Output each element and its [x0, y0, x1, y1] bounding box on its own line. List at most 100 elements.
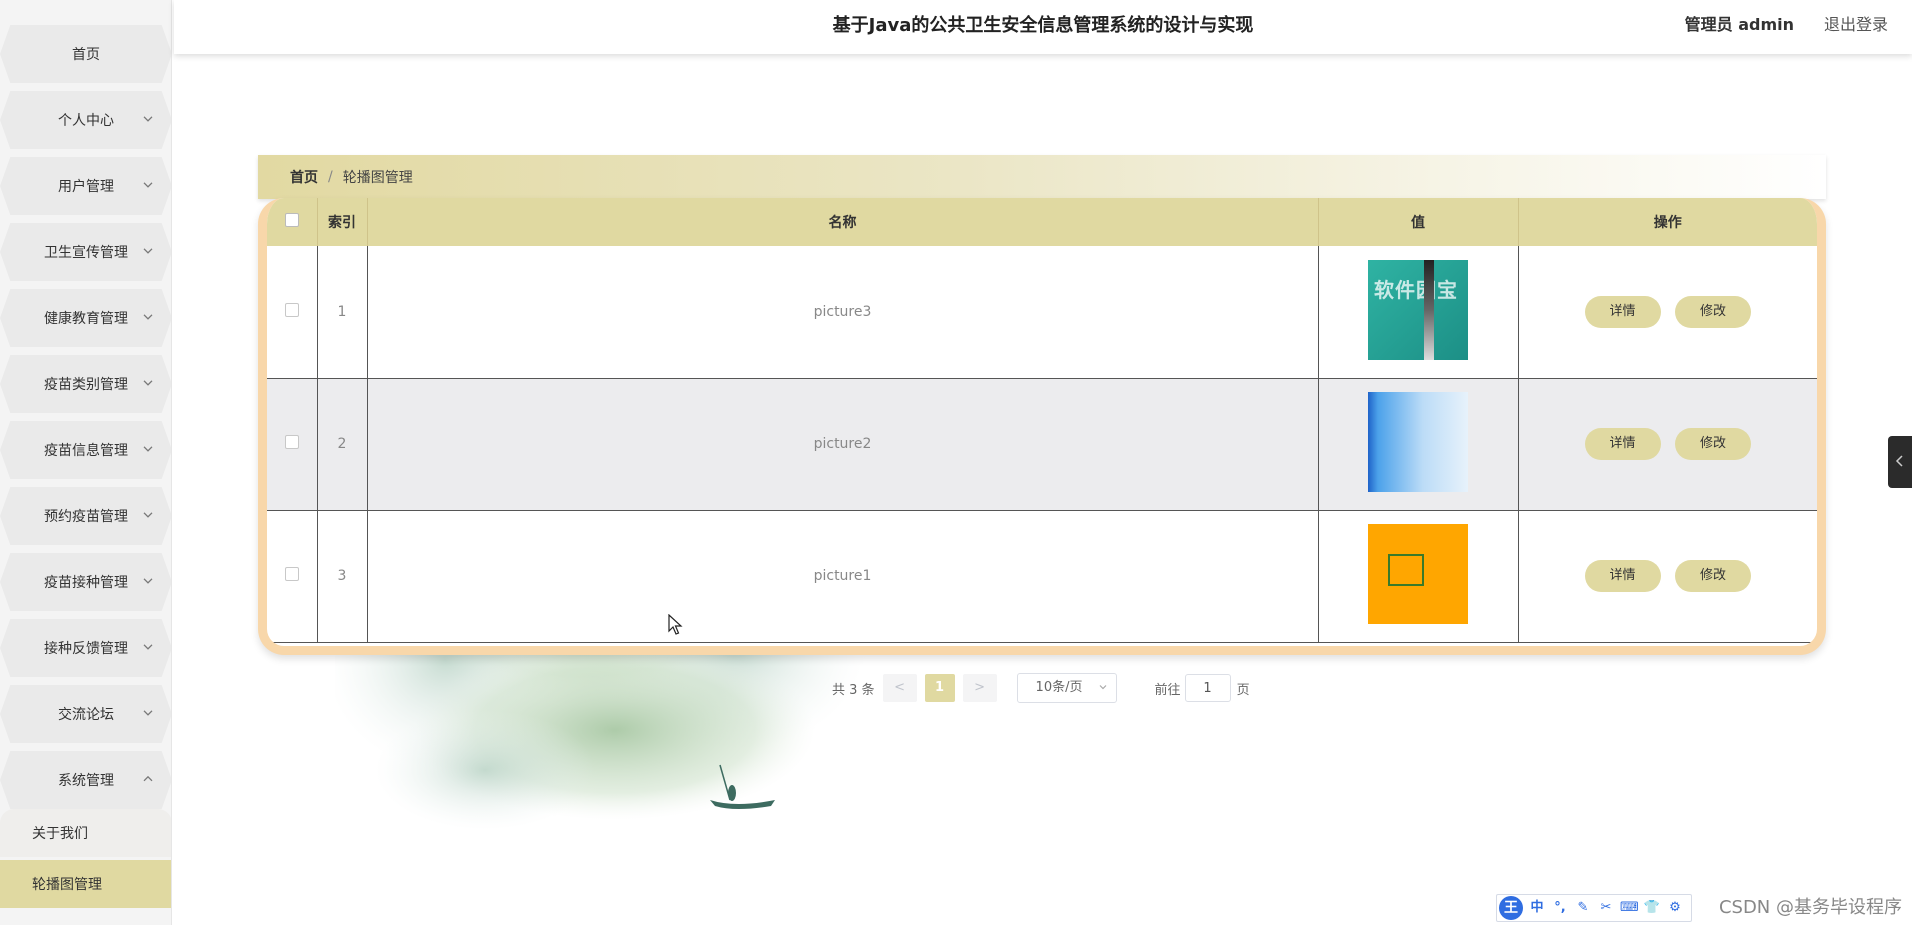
row-select-cell [267, 246, 318, 379]
row-index: 3 [317, 510, 368, 643]
column-header-value: 值 [1318, 198, 1519, 246]
breadcrumb: 首页 / 轮播图管理 [258, 155, 1826, 199]
sidebar-item-forum[interactable]: 交流论坛 [0, 685, 171, 743]
column-header-index: 索引 [317, 198, 368, 246]
carousel-thumbnail[interactable] [1368, 392, 1468, 492]
row-name: picture3 [367, 246, 1319, 379]
row-value-cell: 软件园宝 [1318, 246, 1519, 379]
gear-icon[interactable]: ⚙ [1666, 899, 1684, 917]
sidebar-item-health-education[interactable]: 健康教育管理 [0, 289, 171, 347]
row-checkbox[interactable] [284, 567, 299, 581]
goto-page-input[interactable] [1184, 674, 1231, 702]
sidebar-item-label: 疫苗信息管理 [44, 443, 128, 459]
detail-button[interactable]: 详情 [1584, 428, 1661, 460]
sidebar-subitem-label: 轮播图管理 [32, 877, 102, 893]
sidebar-item-vaccination-feedback[interactable]: 接种反馈管理 [0, 619, 171, 677]
sidebar-item-vaccine-booking[interactable]: 预约疫苗管理 [0, 487, 171, 545]
chevron-down-icon [143, 578, 153, 584]
select-all-header [267, 198, 318, 246]
row-select-cell [267, 510, 318, 643]
sidebar-item-label: 卫生宣传管理 [44, 245, 128, 261]
sidebar-item-vaccine-category[interactable]: 疫苗类别管理 [0, 355, 171, 413]
carousel-thumbnail[interactable] [1368, 524, 1468, 624]
table-row: 2 picture2 详情 修改 [267, 378, 1817, 511]
table-row: 1 picture3 软件园宝 详情 修改 [267, 246, 1817, 379]
table-header-row: 索引 名称 值 操作 [267, 198, 1817, 246]
sidebar-item-label: 个人中心 [58, 113, 114, 129]
chevron-down-icon [143, 446, 153, 452]
sidebar-item-label: 首页 [72, 47, 100, 63]
ime-mode-toggle[interactable]: 中 [1528, 899, 1546, 917]
row-value-cell [1318, 510, 1519, 643]
sidebar-item-label: 疫苗接种管理 [44, 575, 128, 591]
row-index: 1 [317, 246, 368, 379]
mouse-cursor-icon [668, 614, 683, 635]
breadcrumb-current: 轮播图管理 [342, 170, 413, 186]
current-user: 管理员 admin [1684, 15, 1794, 34]
row-checkbox[interactable] [284, 435, 299, 449]
row-name: picture2 [367, 378, 1319, 511]
page-size-select[interactable]: 10条/页 [1016, 673, 1117, 703]
watermark-text: CSDN @基务毕设程序 [1718, 897, 1902, 918]
row-actions-cell: 详情 修改 [1518, 510, 1817, 643]
chevron-down-icon [1099, 685, 1106, 690]
sidebar: 首页 个人中心 用户管理 卫生宣传管理 健康教育管理 疫苗类别管理 疫苗信息管理… [0, 0, 172, 925]
breadcrumb-home[interactable]: 首页 [290, 167, 318, 187]
next-page-button[interactable]: > [962, 674, 997, 702]
row-select-cell [267, 378, 318, 511]
breadcrumb-separator: / [328, 169, 333, 185]
sidebar-item-health-promotion[interactable]: 卫生宣传管理 [0, 223, 171, 281]
table-row: 3 picture1 详情 修改 [267, 510, 1817, 643]
sidebar-item-home[interactable]: 首页 [0, 25, 171, 83]
scissors-icon[interactable]: ✂ [1597, 899, 1615, 917]
chevron-down-icon [143, 380, 153, 386]
keyboard-icon[interactable]: ⌨ [1620, 899, 1639, 917]
chevron-down-icon [143, 314, 153, 320]
carousel-table: 索引 名称 值 操作 1 picture3 软件园宝 详情 修改 2 pictu… [267, 198, 1817, 643]
chevron-down-icon [143, 710, 153, 716]
sidebar-item-user-management[interactable]: 用户管理 [0, 157, 171, 215]
page-number-current[interactable]: 1 [924, 674, 955, 702]
detail-button[interactable]: 详情 [1584, 560, 1661, 592]
sidebar-item-label: 系统管理 [58, 773, 114, 789]
top-header: 基于Java的公共卫生安全信息管理系统的设计与实现 管理员 admin 退出登录 [174, 0, 1912, 54]
row-name: picture1 [367, 510, 1319, 643]
skin-shirt-icon[interactable]: 👕 [1643, 899, 1661, 917]
prev-page-button[interactable]: < [882, 674, 917, 702]
edit-button[interactable]: 修改 [1674, 428, 1751, 460]
sidebar-subitem-about-us[interactable]: 关于我们 [0, 809, 171, 857]
punctuation-icon[interactable]: °, [1551, 899, 1569, 917]
thumbnail-text: 软件园宝 [1374, 277, 1458, 302]
pen-icon[interactable]: ✎ [1574, 899, 1592, 917]
select-all-checkbox[interactable] [284, 213, 299, 227]
chevron-down-icon [143, 116, 153, 122]
ime-logo-icon[interactable]: 王 [1499, 896, 1523, 920]
page-size-value: 10条/页 [1035, 680, 1083, 695]
sidebar-subitem-label: 关于我们 [32, 826, 88, 842]
sidebar-item-label: 接种反馈管理 [44, 641, 128, 657]
detail-button[interactable]: 详情 [1584, 295, 1661, 328]
column-header-name: 名称 [367, 198, 1319, 246]
sidebar-item-system-management[interactable]: 系统管理 [0, 751, 171, 809]
logout-link[interactable]: 退出登录 [1824, 0, 1888, 50]
sidebar-item-vaccination[interactable]: 疫苗接种管理 [0, 553, 171, 611]
page-unit-label: 页 [1236, 682, 1250, 698]
carousel-thumbnail[interactable]: 软件园宝 [1368, 259, 1468, 360]
ime-toolbar: 王 中 °, ✎ ✂ ⌨ 👕 ⚙ [1496, 894, 1692, 922]
row-actions-cell: 详情 修改 [1518, 378, 1817, 511]
side-panel-toggle[interactable] [1888, 436, 1912, 488]
sidebar-item-personal-center[interactable]: 个人中心 [0, 91, 171, 149]
edit-button[interactable]: 修改 [1674, 295, 1751, 328]
sidebar-subitem-carousel-management[interactable]: 轮播图管理 [0, 860, 171, 908]
sidebar-item-vaccine-info[interactable]: 疫苗信息管理 [0, 421, 171, 479]
row-checkbox[interactable] [284, 302, 299, 317]
row-actions-cell: 详情 修改 [1518, 246, 1817, 379]
chevron-down-icon [143, 512, 153, 518]
pagination-total: 共 3 条 [832, 682, 875, 698]
row-index: 2 [317, 378, 368, 511]
pagination: 共 3 条 < 1 > 10条/页 前往 页 [832, 673, 1250, 703]
edit-button[interactable]: 修改 [1674, 560, 1751, 592]
sidebar-item-label: 预约疫苗管理 [44, 509, 128, 525]
sidebar-item-label: 用户管理 [58, 179, 114, 195]
column-header-actions: 操作 [1518, 198, 1817, 246]
